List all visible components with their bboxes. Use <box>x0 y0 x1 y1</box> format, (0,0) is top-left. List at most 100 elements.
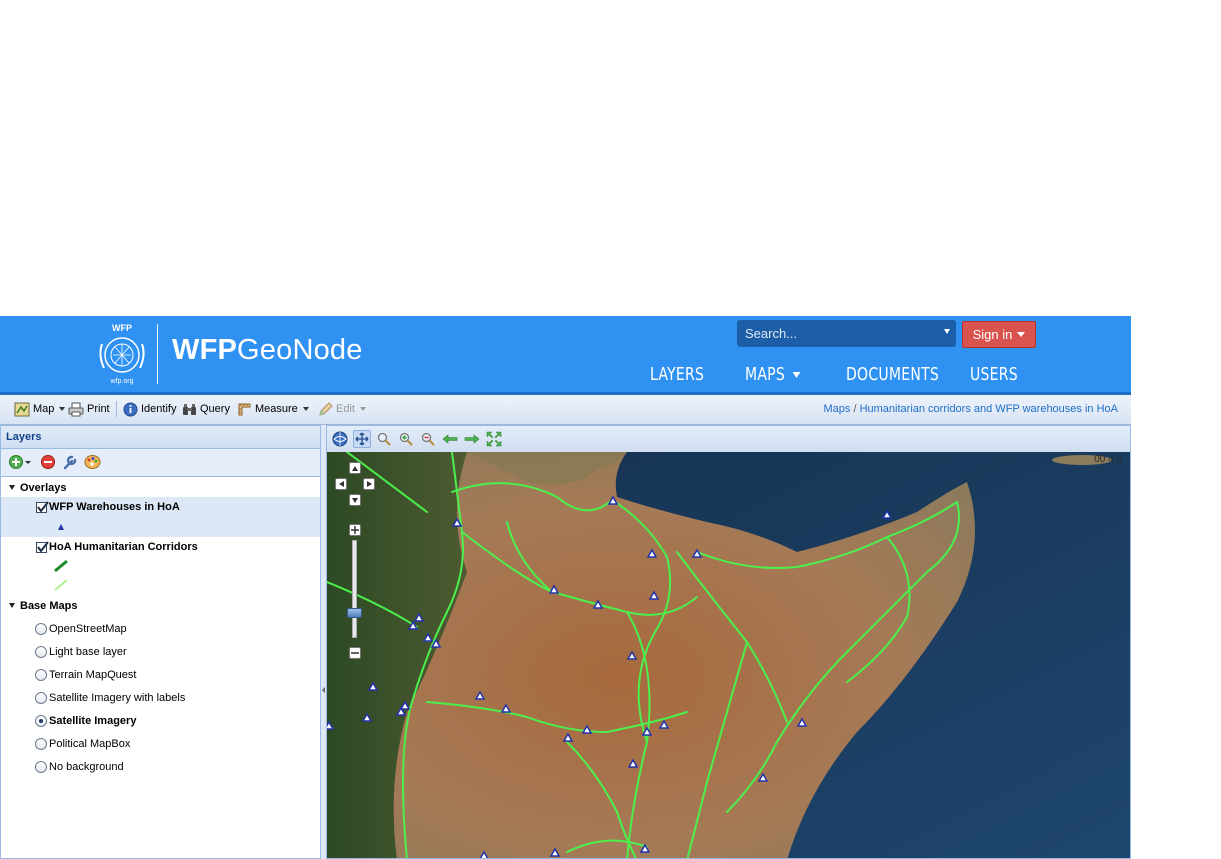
previous-extent-button[interactable] <box>441 430 459 448</box>
satellite-map-canvas[interactable]: 00 4 8 <box>327 451 1130 859</box>
query-button[interactable]: Query <box>182 401 230 417</box>
pan-down-button[interactable] <box>349 494 361 506</box>
plus-icon <box>351 526 359 534</box>
base-map-label: OpenStreetMap <box>49 623 127 635</box>
remove-layer-button[interactable] <box>40 454 56 470</box>
add-layer-button[interactable] <box>8 454 32 470</box>
zoom-out-control[interactable] <box>349 647 361 659</box>
measure-button[interactable]: Measure <box>237 401 309 417</box>
warehouse-legend-icon <box>58 524 64 530</box>
layer-checkbox[interactable] <box>36 541 49 553</box>
base-map-radio[interactable] <box>35 761 47 773</box>
pan-up-button[interactable] <box>349 462 361 474</box>
print-button[interactable]: Print <box>68 401 110 417</box>
palette-icon <box>84 455 101 469</box>
next-extent-button[interactable] <box>463 430 481 448</box>
base-map-radio[interactable] <box>35 646 47 658</box>
zoom-slider-track[interactable] <box>352 540 357 638</box>
nav-users-label: USERS <box>970 364 1018 385</box>
logo-divider <box>157 324 158 384</box>
zoom-in-control[interactable] <box>349 524 361 536</box>
base-map-political-mapbox[interactable]: Political MapBox <box>1 734 320 754</box>
logo-text-top: WFP <box>112 323 132 333</box>
nav-maps-label: MAPS <box>745 364 786 385</box>
base-map-radio[interactable] <box>35 669 47 681</box>
arrow-up-icon <box>352 465 358 471</box>
base-map-light[interactable]: Light base layer <box>1 642 320 662</box>
sign-in-button[interactable]: Sign in <box>962 321 1036 348</box>
edit-pencil-icon <box>319 401 333 416</box>
layer-node-wfp-warehouses[interactable]: WFP Warehouses in HoA <box>1 497 320 537</box>
arrow-down-icon <box>352 497 358 503</box>
nav-layers[interactable]: LAYERS <box>650 364 704 385</box>
base-map-radio[interactable] <box>35 715 47 727</box>
zoom-out-button[interactable] <box>419 430 437 448</box>
info-icon <box>123 402 138 416</box>
map-panel: 00 4 8 <box>326 425 1131 859</box>
nav-documents[interactable]: DOCUMENTS <box>846 364 939 385</box>
toolbar-separator <box>116 401 117 417</box>
layer-label: WFP Warehouses in HoA <box>49 501 180 513</box>
base-map-label: Satellite Imagery <box>49 715 137 727</box>
pan-left-button[interactable] <box>335 478 347 490</box>
base-map-no-background[interactable]: No background <box>1 757 320 777</box>
nav-maps[interactable]: MAPS <box>745 364 801 385</box>
chevron-down-icon <box>59 407 66 411</box>
base-map-satellite[interactable]: Satellite Imagery <box>1 711 320 731</box>
breadcrumb-separator: / <box>853 403 857 415</box>
identify-button[interactable]: Identify <box>123 401 176 417</box>
pan-map-button[interactable] <box>353 430 371 448</box>
base-map-terrain-mapquest[interactable]: Terrain MapQuest <box>1 665 320 685</box>
layer-properties-button[interactable] <box>62 454 78 470</box>
base-map-label: Terrain MapQuest <box>49 669 137 681</box>
expand-arrow-icon[interactable] <box>9 603 15 608</box>
base-maps-group[interactable]: Base Maps <box>1 596 320 616</box>
map-viewport[interactable]: 00 4 8 <box>327 451 1130 859</box>
site-brand[interactable]: WFPGeoNode <box>172 334 363 367</box>
zoom-in-icon <box>399 432 413 446</box>
base-map-label: Light base layer <box>49 646 127 658</box>
layer-label: HoA Humanitarian Corridors <box>49 541 198 553</box>
map-icon <box>14 402 30 416</box>
base-map-label: Satellite Imagery with labels <box>49 692 186 704</box>
base-map-radio[interactable] <box>35 738 47 750</box>
fullscreen-button[interactable] <box>485 430 503 448</box>
checkmark-icon <box>37 501 49 513</box>
overlays-label: Overlays <box>20 482 67 494</box>
nav-users[interactable]: USERS <box>970 364 1018 385</box>
layer-styles-button[interactable] <box>84 454 101 470</box>
chevron-down-icon[interactable] <box>944 329 950 334</box>
zoom-to-max-extent-button[interactable] <box>331 430 349 448</box>
base-map-satellite-labels[interactable]: Satellite Imagery with labels <box>1 688 320 708</box>
zoom-box-button[interactable] <box>375 430 393 448</box>
breadcrumb-root-link[interactable]: Maps <box>823 403 850 415</box>
zoom-slider-handle[interactable] <box>347 608 362 618</box>
nav-layers-label: LAYERS <box>650 364 705 385</box>
base-map-radio[interactable] <box>35 623 47 635</box>
overlays-group[interactable]: Overlays <box>1 478 320 498</box>
base-map-radio[interactable] <box>35 692 47 704</box>
search-box[interactable] <box>737 320 956 347</box>
arrow-left-icon <box>338 481 344 487</box>
layers-panel: Layers Overlays WFP Warehouses in HoA Ho… <box>0 425 321 859</box>
collapse-arrow-icon[interactable] <box>322 687 325 693</box>
pan-right-button[interactable] <box>363 478 375 490</box>
zoom-out-icon <box>421 432 435 446</box>
brand-light: GeoNode <box>237 334 363 366</box>
wfp-logo[interactable]: WFP wfp.org <box>96 322 148 386</box>
breadcrumb-current[interactable]: Humanitarian corridors and WFP warehouse… <box>860 403 1118 415</box>
map-menu-button[interactable]: Map <box>14 401 66 417</box>
layer-node-humanitarian-corridors[interactable]: HoA Humanitarian Corridors <box>1 537 320 597</box>
layer-checkbox[interactable] <box>36 501 49 513</box>
expand-arrow-icon[interactable] <box>9 485 15 490</box>
printer-icon <box>68 402 84 416</box>
zoom-in-button[interactable] <box>397 430 415 448</box>
search-input[interactable] <box>737 320 941 347</box>
edit-button[interactable]: Edit <box>318 401 366 417</box>
breadcrumb: Maps / Humanitarian corridors and WFP wa… <box>823 403 1118 415</box>
query-label: Query <box>200 403 230 415</box>
arrow-right-icon <box>366 481 372 487</box>
base-map-openstreetmap[interactable]: OpenStreetMap <box>1 619 320 639</box>
chevron-down-icon <box>359 407 366 411</box>
globe-icon <box>332 431 348 447</box>
